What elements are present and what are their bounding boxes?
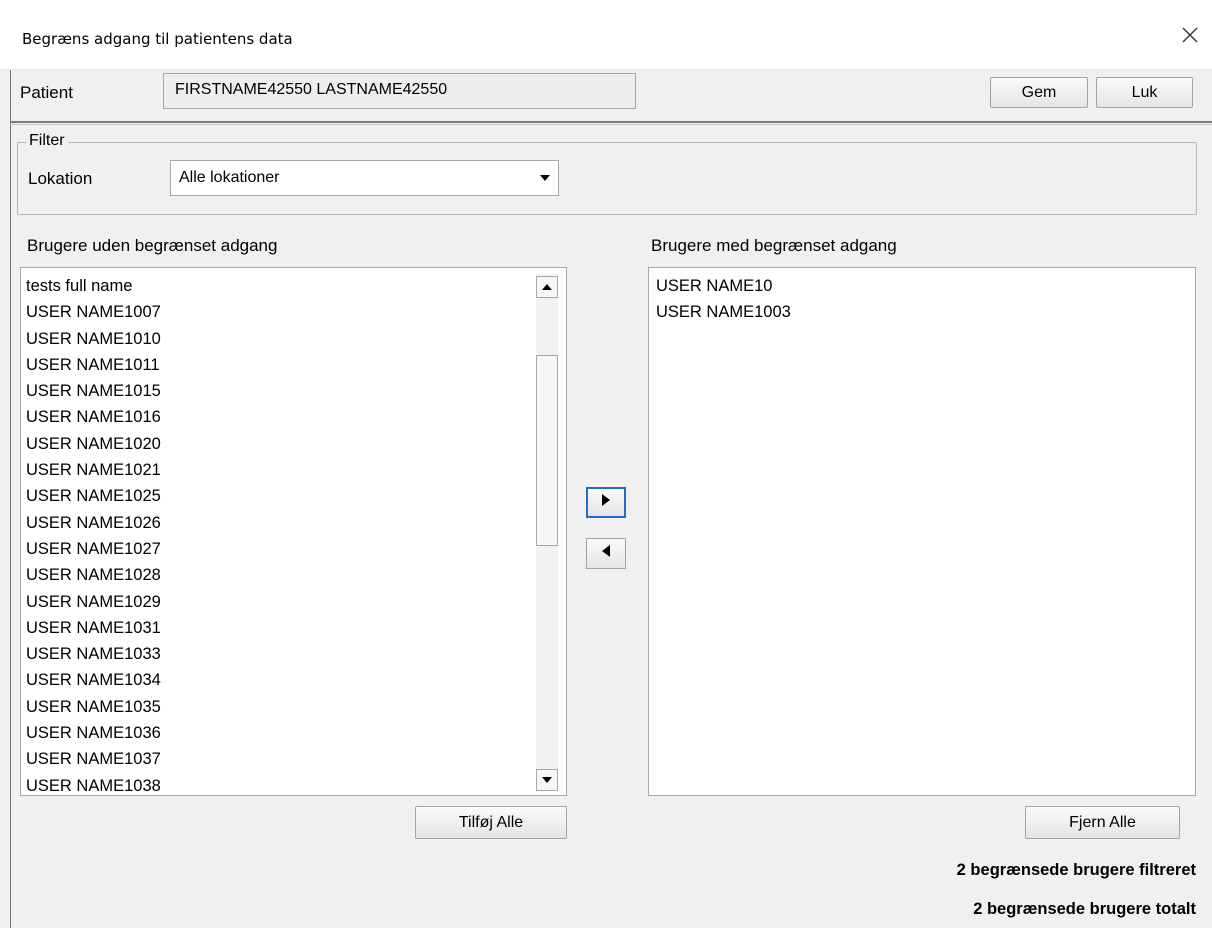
title-bar: Begræns adgang til patientens data — [0, 0, 1212, 70]
close-button[interactable]: Luk — [1096, 77, 1193, 108]
remove-selected-button[interactable] — [586, 538, 626, 569]
arrow-right-icon — [601, 493, 611, 512]
chevron-down-icon[interactable] — [532, 161, 558, 195]
list-item[interactable]: USER NAME10 — [656, 273, 1195, 299]
list-item[interactable]: USER NAME1010 — [26, 326, 566, 352]
scroll-up-icon[interactable] — [536, 276, 558, 298]
restricted-users-heading: Brugere med begrænset adgang — [651, 236, 897, 255]
arrow-left-icon — [601, 544, 611, 563]
list-item[interactable]: USER NAME1036 — [26, 720, 566, 746]
list-item[interactable]: USER NAME1034 — [26, 667, 566, 693]
list-item[interactable]: USER NAME1038 — [26, 773, 566, 795]
list-item[interactable]: USER NAME1029 — [26, 589, 566, 615]
location-select-value: Alle lokationer — [179, 169, 280, 186]
remove-all-button[interactable]: Fjern Alle — [1025, 806, 1180, 839]
close-icon[interactable] — [1168, 18, 1212, 52]
list-item[interactable]: USER NAME1028 — [26, 562, 566, 588]
list-item[interactable]: tests full name — [26, 273, 566, 299]
patient-label: Patient — [20, 83, 73, 102]
add-selected-button[interactable] — [586, 487, 626, 518]
separator — [10, 121, 1212, 123]
save-button[interactable]: Gem — [990, 77, 1088, 108]
window-title: Begræns adgang til patientens data — [22, 30, 293, 48]
restricted-users-list[interactable]: USER NAME10 USER NAME1003 — [648, 267, 1196, 796]
window-border — [10, 70, 11, 928]
location-label: Lokation — [28, 169, 93, 188]
location-select[interactable]: Alle lokationer — [170, 160, 559, 196]
list-item[interactable]: USER NAME1015 — [26, 378, 566, 404]
list-item[interactable]: USER NAME1033 — [26, 641, 566, 667]
list-item[interactable]: USER NAME1016 — [26, 404, 566, 430]
scroll-down-icon[interactable] — [536, 769, 558, 791]
list-item[interactable]: USER NAME1003 — [656, 299, 1195, 325]
list-item[interactable]: USER NAME1020 — [26, 431, 566, 457]
unrestricted-users-heading: Brugere uden begrænset adgang — [27, 236, 278, 255]
list-item[interactable]: USER NAME1027 — [26, 536, 566, 562]
separator-highlight — [10, 124, 1212, 125]
list-item[interactable]: USER NAME1025 — [26, 483, 566, 509]
list-item[interactable]: USER NAME1035 — [26, 694, 566, 720]
vertical-scrollbar[interactable] — [536, 274, 558, 791]
scrollbar-thumb[interactable] — [536, 355, 558, 546]
unrestricted-users-list[interactable]: tests full name USER NAME1007 USER NAME101… — [20, 267, 567, 796]
list-item[interactable]: USER NAME1011 — [26, 352, 566, 378]
list-item[interactable]: USER NAME1026 — [26, 510, 566, 536]
status-total: 2 begrænsede brugere totalt — [973, 900, 1196, 918]
status-filtered: 2 begrænsede brugere filtreret — [956, 861, 1196, 879]
list-item[interactable]: USER NAME1031 — [26, 615, 566, 641]
list-item[interactable]: USER NAME1021 — [26, 457, 566, 483]
filter-legend: Filter — [26, 132, 68, 150]
add-all-button[interactable]: Tilføj Alle — [415, 806, 567, 839]
list-item[interactable]: USER NAME1037 — [26, 746, 566, 772]
patient-name-field: FIRSTNAME42550 LASTNAME42550 — [163, 73, 636, 109]
list-item[interactable]: USER NAME1007 — [26, 299, 566, 325]
